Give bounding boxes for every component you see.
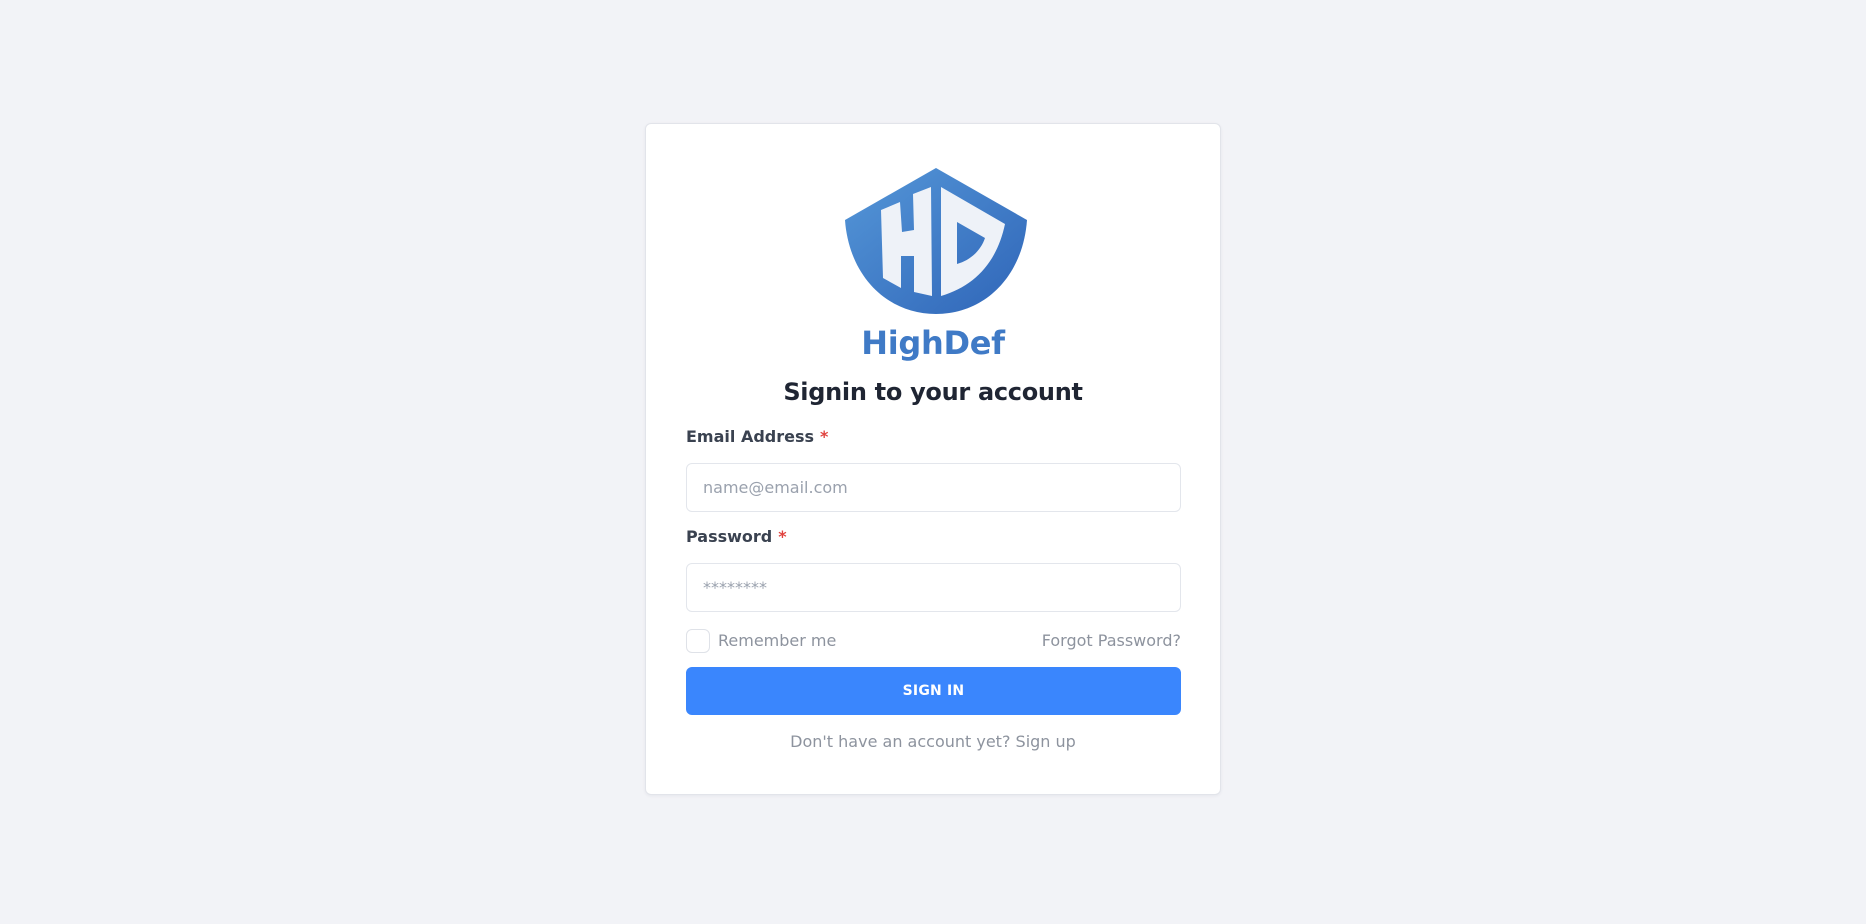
signup-prompt: Don't have an account yet? Sign up bbox=[646, 732, 1220, 751]
sign-in-button[interactable]: SIGN IN bbox=[686, 667, 1181, 715]
required-mark: * bbox=[778, 527, 787, 546]
password-field[interactable] bbox=[686, 563, 1181, 612]
remember-me-checkbox[interactable] bbox=[686, 629, 710, 653]
remember-me-label[interactable]: Remember me bbox=[718, 631, 836, 650]
password-label-text: Password bbox=[686, 527, 773, 546]
signin-card: HighDef Signin to your account Email Add… bbox=[645, 123, 1221, 795]
page-title: Signin to your account bbox=[783, 378, 1083, 406]
form-options-row: Remember me Forgot Password? bbox=[686, 628, 1181, 654]
email-field[interactable] bbox=[686, 463, 1181, 512]
email-label: Email Address * bbox=[686, 427, 828, 446]
password-label: Password * bbox=[686, 527, 787, 546]
signup-prompt-text: Don't have an account yet? bbox=[790, 732, 1011, 751]
hd-shield-logo-icon bbox=[845, 168, 1027, 314]
brand-name: HighDef bbox=[861, 324, 1005, 362]
sign-up-link[interactable]: Sign up bbox=[1016, 732, 1076, 751]
required-mark: * bbox=[820, 427, 829, 446]
forgot-password-link[interactable]: Forgot Password? bbox=[1042, 631, 1181, 650]
email-label-text: Email Address bbox=[686, 427, 815, 446]
